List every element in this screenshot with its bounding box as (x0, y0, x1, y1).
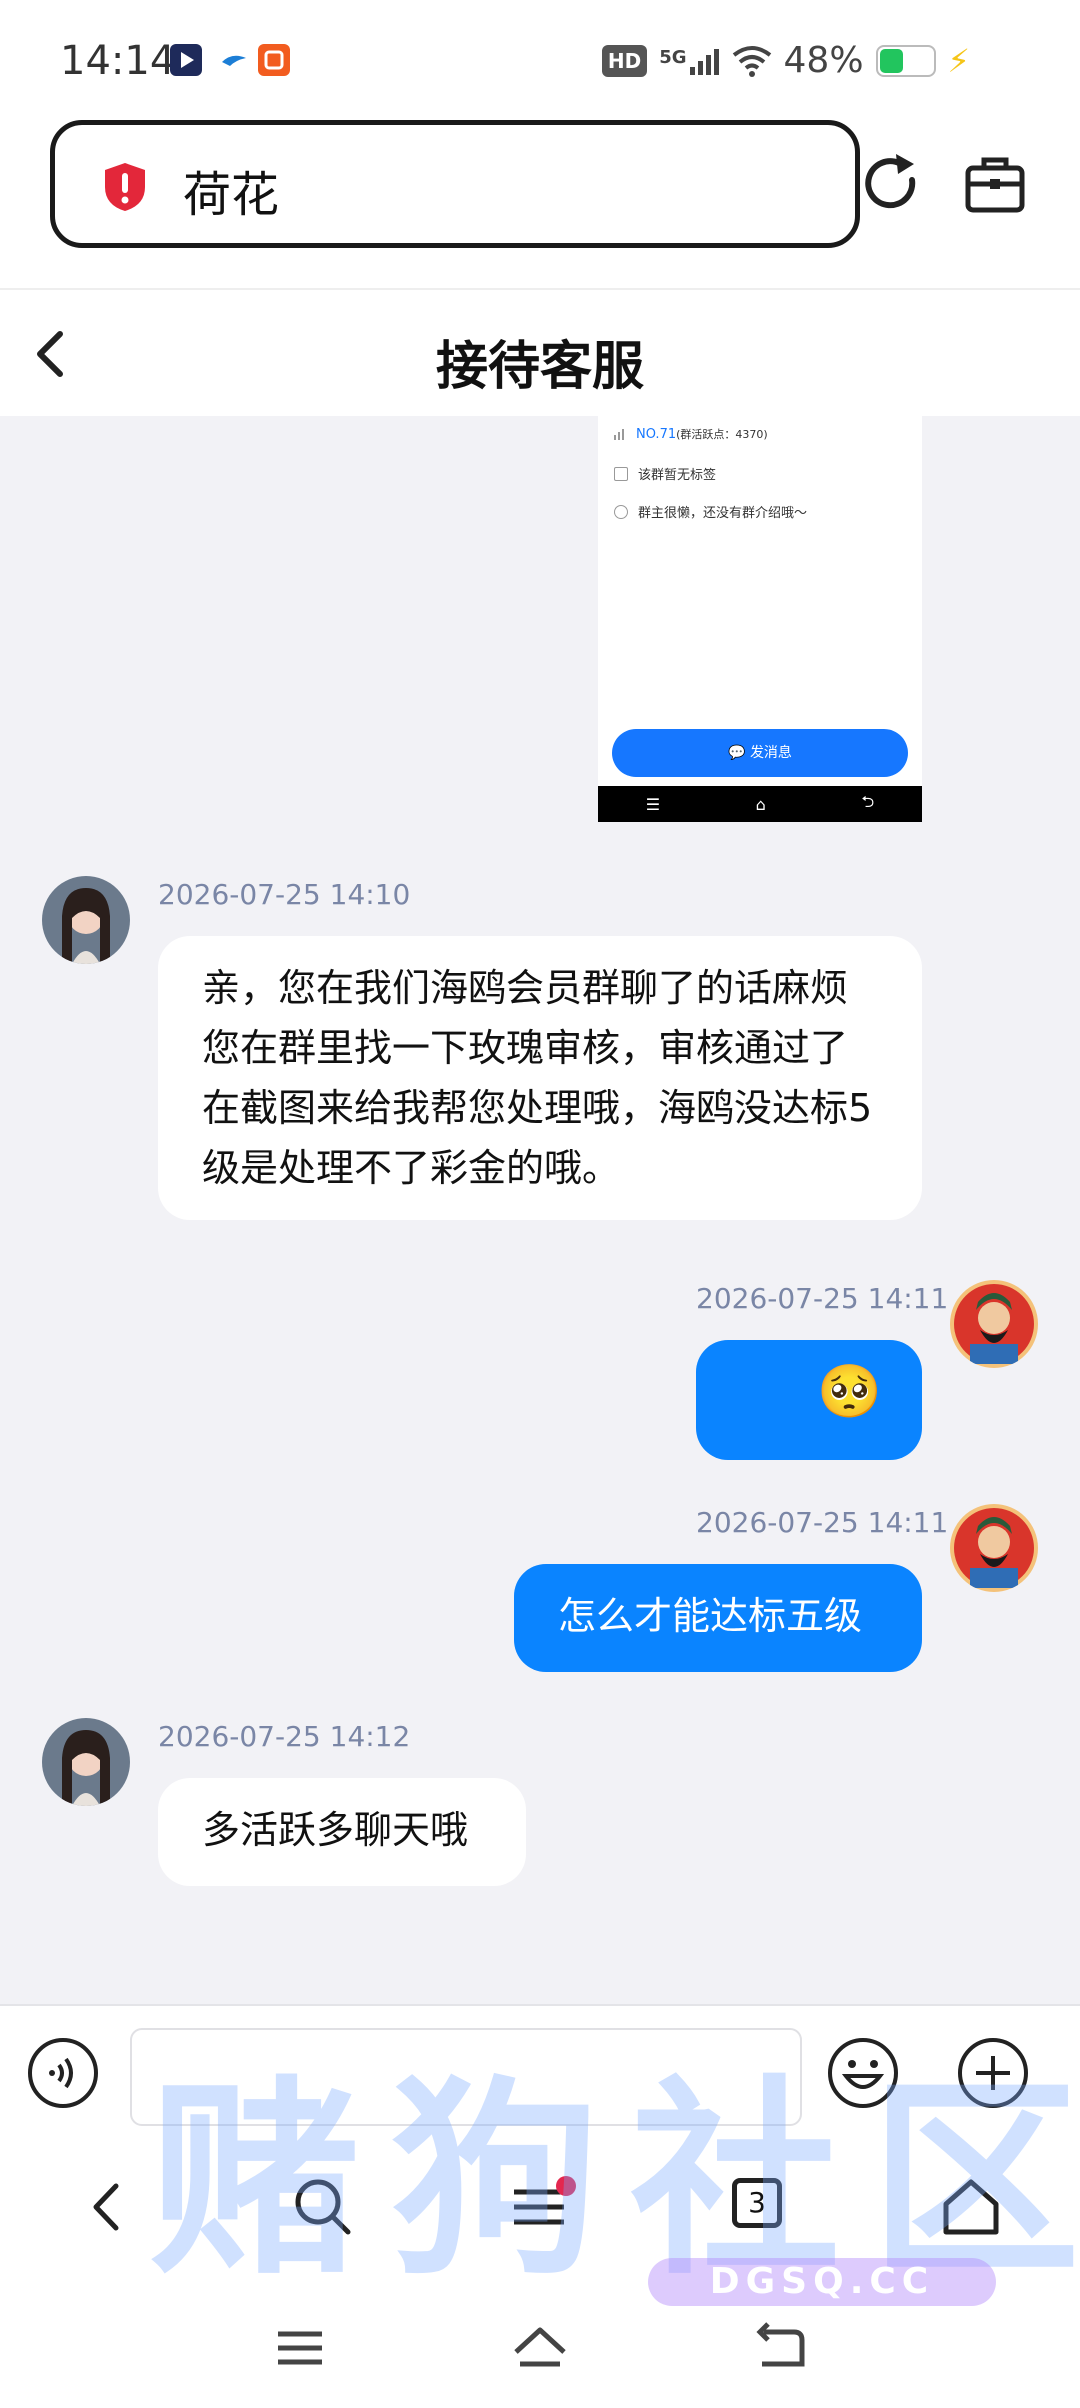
app-play-icon (170, 44, 202, 76)
emoji-icon[interactable] (826, 2036, 900, 2110)
status-time: 14:14 (60, 38, 176, 84)
tag-icon (614, 466, 628, 481)
reload-icon[interactable] (856, 150, 926, 220)
system-nav-bar (0, 2282, 1080, 2408)
home-nav-icon[interactable] (510, 2318, 570, 2378)
pleading-face-emoji: 🥺 (817, 1362, 882, 1422)
bar-chart-icon (614, 429, 624, 440)
chat-area[interactable]: NO.71(群活跃点：4370) 该群暂无标签 群主很懒，还没有群介绍哦～ 💬 … (0, 416, 1080, 2004)
intro-text: 群主很懒，还没有群介绍哦～ (638, 506, 808, 521)
message-bubble-incoming[interactable]: 亲，您在我们海鸥会员群聊了的话麻烦您在群里找一下玫瑰审核，审核通过了在截图来给我… (158, 936, 922, 1220)
warning-shield-icon (105, 163, 145, 211)
send-message-label: 发消息 (749, 745, 792, 761)
avatar-user[interactable] (950, 1280, 1038, 1368)
shared-screenshot[interactable]: NO.71(群活跃点：4370) 该群暂无标签 群主很懒，还没有群介绍哦～ 💬 … (598, 416, 922, 822)
home-icon[interactable] (936, 2172, 1006, 2242)
wifi-icon (732, 45, 771, 77)
back-nav-icon[interactable] (750, 2318, 810, 2378)
status-right: HD 5G 48% ⚡ (601, 40, 970, 81)
battery-percent: 48% (783, 40, 864, 81)
recent-apps-icon[interactable] (270, 2318, 330, 2378)
url-text: 荷花 (183, 167, 280, 223)
screenshot-line-rank: NO.71(群活跃点：4370) (614, 426, 768, 442)
chat-input-bar (0, 2004, 1080, 2134)
app-orange-icon (258, 44, 290, 76)
message-bubble-outgoing[interactable]: 🥺 (696, 1340, 922, 1460)
message-input[interactable] (130, 2028, 802, 2126)
status-bar: 14:14 HD 5G 48% ⚡ (0, 0, 1080, 120)
back-icon[interactable] (72, 2172, 142, 2242)
avatar-agent[interactable] (42, 1718, 130, 1806)
message-timestamp: 2026-07-25 14:11 (696, 1282, 949, 1315)
avatar-agent[interactable] (42, 876, 130, 964)
toolbox-icon[interactable] (962, 150, 1028, 216)
page-header: 接待客服 (0, 288, 1080, 418)
home-icon: ⌂ (755, 794, 766, 814)
hd-badge: HD (601, 44, 648, 77)
message-bubble-incoming[interactable]: 多活跃多聊天哦 (158, 1778, 526, 1886)
chat-icon (614, 504, 628, 519)
app-bird-icon (218, 44, 250, 76)
network-label: 5G (659, 46, 687, 68)
tabs-icon[interactable]: 3 (732, 2178, 782, 2228)
send-message-button: 💬 发消息 (612, 729, 908, 777)
message-timestamp: 2026-07-25 14:10 (158, 878, 411, 911)
signal-icon: 5G (659, 47, 719, 75)
page-title: 接待客服 (435, 337, 644, 397)
voice-icon[interactable] (26, 2036, 100, 2110)
url-field[interactable]: 荷花 (50, 120, 860, 248)
message-timestamp: 2026-07-25 14:11 (696, 1506, 949, 1539)
rank-detail-text: (群活跃点：4370) (676, 428, 768, 441)
rank-text: NO.71 (636, 427, 677, 442)
message-timestamp: 2026-07-25 14:12 (158, 1720, 411, 1753)
message-icon: 💬 (728, 745, 746, 761)
message-bubble-outgoing[interactable]: 怎么才能达标五级 (514, 1564, 922, 1672)
menu-icon: ☰ (645, 794, 661, 814)
charging-bolt-icon: ⚡ (947, 41, 970, 80)
browser-address-bar: 荷花 (0, 120, 1080, 290)
back-icon: ⮌ (861, 791, 875, 811)
tag-text: 该群暂无标签 (638, 468, 717, 483)
screenshot-navbar: ☰ ⌂ ⮌ (598, 786, 922, 822)
browser-toolbar: 3 (0, 2132, 1080, 2282)
plus-icon[interactable] (956, 2036, 1030, 2110)
avatar-user[interactable] (950, 1504, 1038, 1592)
battery-icon (875, 44, 936, 77)
search-icon[interactable] (288, 2172, 358, 2242)
screenshot-line-tag: 该群暂无标签 (614, 464, 716, 483)
notification-dot (556, 2176, 576, 2196)
screenshot-line-intro: 群主很懒，还没有群介绍哦～ (614, 502, 807, 521)
